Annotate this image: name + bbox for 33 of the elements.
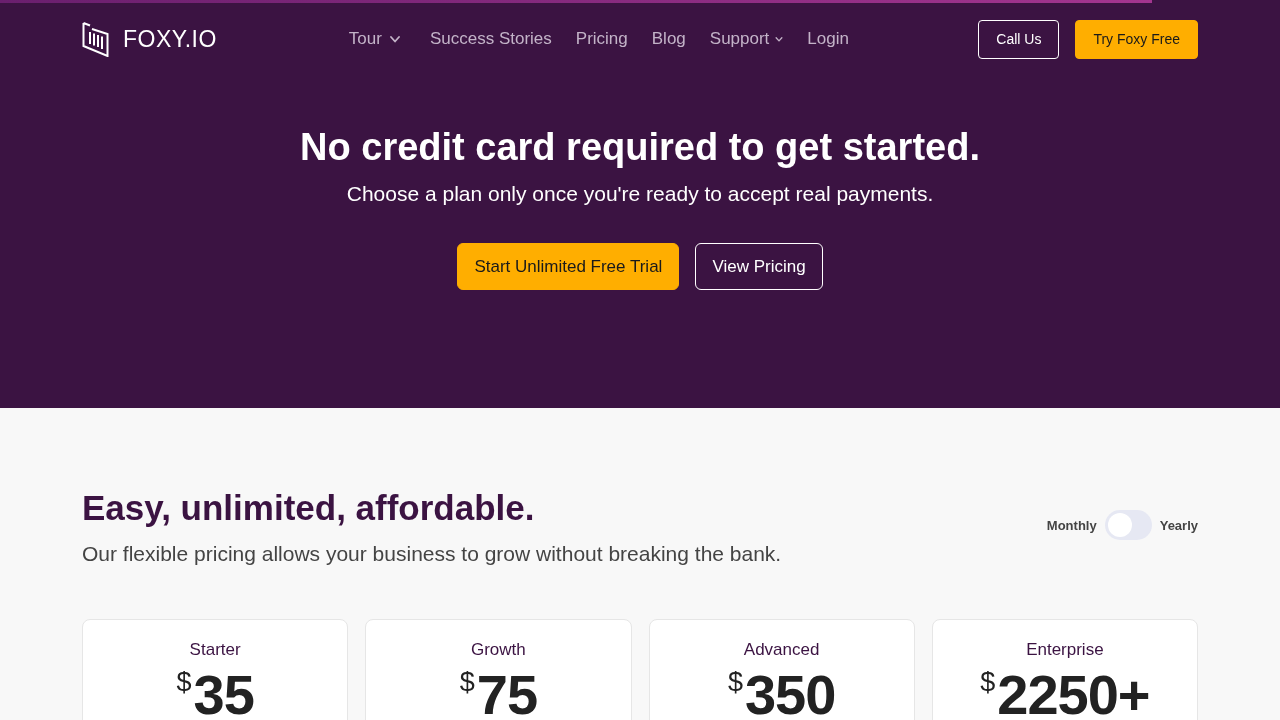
currency-symbol: $ <box>176 667 192 697</box>
chevron-down-icon <box>389 35 400 43</box>
yearly-label: Yearly <box>1159 517 1198 533</box>
plan-price: 35 <box>193 667 254 720</box>
plan-name: Advanced <box>743 639 820 661</box>
billing-toggle[interactable] <box>1104 510 1152 540</box>
plan-price: 75 <box>476 667 538 720</box>
nav-link[interactable]: Pricing <box>575 29 628 49</box>
hero-subheading: Choose a plan only once you're ready to accept real payments. <box>346 181 934 207</box>
plan-price: 350 <box>744 667 836 720</box>
nav-dropdown[interactable]: Support <box>709 29 784 49</box>
currency-symbol: $ <box>727 667 743 697</box>
view-pricing-button[interactable]: View Pricing <box>695 243 823 290</box>
monthly-label: Monthly <box>1046 517 1097 533</box>
nav-link[interactable]: Blog <box>651 29 686 49</box>
hero-heading: No credit card required to get started. <box>300 125 980 170</box>
plan-price: 2250+ <box>997 667 1150 720</box>
currency-symbol: $ <box>980 667 996 697</box>
nav-link[interactable]: Success Stories <box>429 29 552 49</box>
nav-dropdown[interactable]: Tour <box>348 29 400 49</box>
currency-symbol: $ <box>459 667 475 697</box>
logo-icon[interactable] <box>82 21 109 57</box>
plan-name: Growth <box>470 639 526 661</box>
try-free-button[interactable]: Try Foxy Free <box>1075 19 1198 59</box>
plan-name: Starter <box>189 639 241 661</box>
pricing-heading: Easy, unlimited, affordable. <box>82 487 536 529</box>
nav-link[interactable]: Login <box>807 29 849 49</box>
logo-wordmark[interactable]: FOXY.IO <box>123 25 217 53</box>
pricing-description: Our flexible pricing allows your business to grow without breaking the bank. <box>82 541 782 567</box>
plan-name: Enterprise <box>1026 639 1104 661</box>
chevron-down-icon <box>775 36 784 42</box>
start-trial-button[interactable]: Start Unlimited Free Trial <box>457 243 680 290</box>
call-us-button[interactable]: Call Us <box>978 19 1060 59</box>
